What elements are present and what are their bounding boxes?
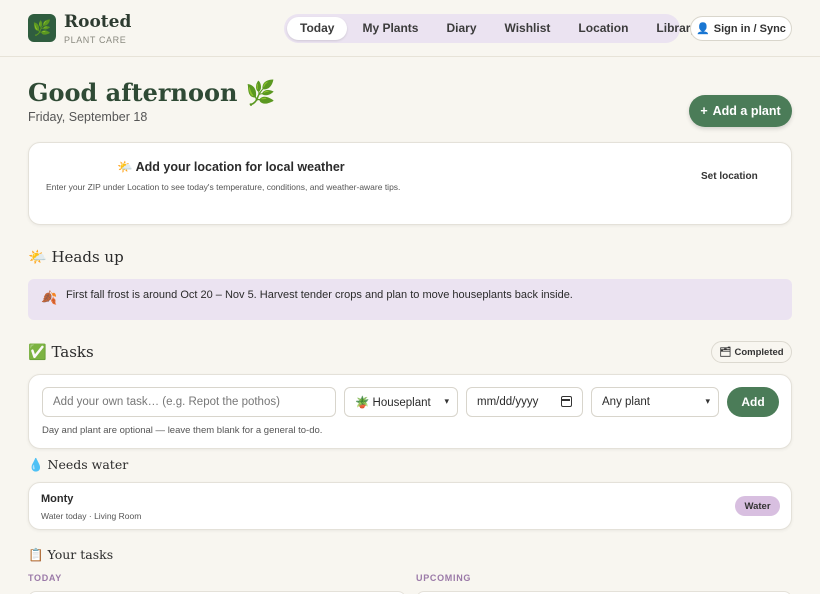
plus-icon: + [700,104,708,118]
tab-location[interactable]: Location [565,17,641,40]
calendar-icon[interactable] [561,396,572,407]
water-button[interactable]: Water [735,496,780,516]
set-location-button[interactable]: Set location [701,171,758,182]
frost-alert-banner: 🍂 First fall frost is around Oct 20 – No… [28,279,792,320]
upcoming-column-label: UPCOMING [416,573,472,583]
date-input[interactable]: mm/dd/yyyy [466,387,583,417]
frost-alert-text: First fall frost is around Oct 20 – Nov … [66,289,573,301]
tab-today[interactable]: Today [287,17,348,40]
main-nav: Today My Plants Diary Wishlist Location … [284,14,697,43]
leaf-icon: 🌿 [28,14,56,42]
date-input-value: mm/dd/yyyy [477,396,539,408]
user-icon: 👤 [696,23,710,35]
heads-up-heading: 🌤️ Heads up [28,248,124,266]
task-hint: Day and plant are optional — leave them … [42,425,323,436]
fallen-leaf-icon: 🍂 [41,290,58,305]
plant-meta: Water today · Living Room [41,511,142,521]
folder-icon: 🗂 [719,346,732,358]
plant-select-value: Any plant [602,396,650,408]
page-title: Good afternoon 🌿 [28,78,276,107]
plant-select[interactable]: Any plant ▾ [591,387,719,417]
today-column-label: TODAY [28,573,63,583]
add-plant-button[interactable]: + Add a plant [689,95,792,127]
add-plant-label: Add a plant [712,104,781,118]
completed-label: Completed [734,346,784,358]
weather-title-text: Add your location for local weather [135,160,345,174]
chevron-down-icon: ▾ [705,396,710,406]
brand-subtitle: PLANT CARE [64,35,127,45]
weather-card: 🌤️ Add your location for local weather E… [28,142,792,225]
add-task-button[interactable]: Add [727,387,779,417]
add-task-form: 🪴 Houseplant ▾ mm/dd/yyyy Any plant ▾ Ad… [28,374,792,449]
weather-title: 🌤️ Add your location for local weather [117,160,345,175]
chevron-down-icon: ▾ [444,396,449,406]
category-select[interactable]: 🪴 Houseplant ▾ [344,387,458,417]
weather-description: Enter your ZIP under Location to see tod… [46,182,401,192]
completed-button[interactable]: 🗂 Completed [711,341,792,363]
list-item: Monty Water today · Living Room Water [28,482,792,530]
app-header: 🌿 Rooted PLANT CARE Today My Plants Diar… [0,0,820,57]
task-input[interactable] [42,387,336,417]
your-tasks-heading: 📋 Your tasks [28,547,114,562]
needs-water-heading: 💧 Needs water [28,457,129,472]
sign-in-button[interactable]: 👤 Sign in / Sync [690,16,792,41]
tab-diary[interactable]: Diary [433,17,489,40]
brand-name: Rooted [64,12,132,32]
current-date: Friday, September 18 [28,110,148,124]
tab-wishlist[interactable]: Wishlist [492,17,564,40]
plant-name: Monty [41,493,74,505]
tab-my-plants[interactable]: My Plants [349,17,431,40]
tasks-heading: ✅ Tasks [28,343,94,361]
sign-in-label: Sign in / Sync [713,22,786,35]
sun-cloud-icon: 🌤️ [117,160,133,174]
category-select-value: 🪴 Houseplant [355,397,431,409]
